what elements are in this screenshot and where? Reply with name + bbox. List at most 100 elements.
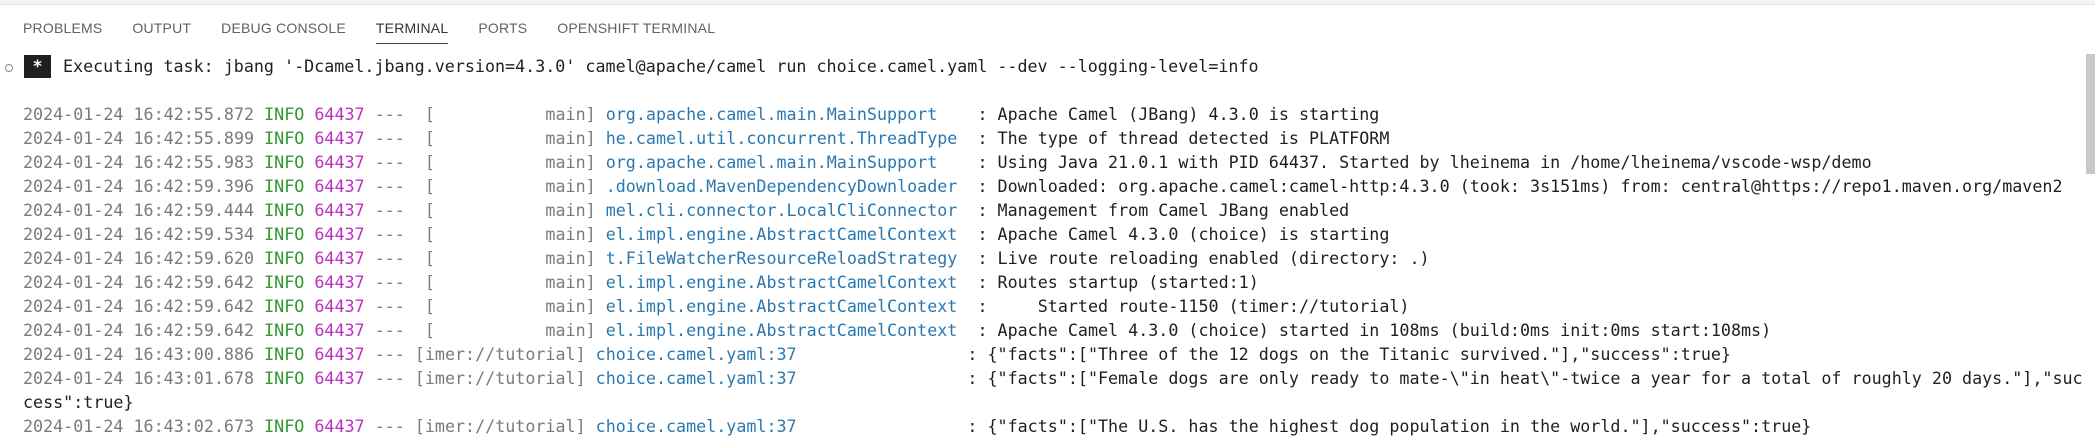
log-level: INFO — [264, 104, 305, 124]
log-class: choice.camel.yaml:37 — [595, 344, 958, 364]
log-pid: 64437 — [314, 320, 365, 340]
log-message: : Downloaded: org.apache.camel:camel-htt… — [977, 176, 2063, 196]
log-class: org.apache.camel.main.MainSupport — [605, 152, 968, 172]
tab-terminal[interactable]: TERMINAL — [375, 6, 449, 50]
log-line: 2024-01-24 16:43:00.886 INFO 64437 --- [… — [23, 342, 2073, 366]
log-pid: 64437 — [314, 104, 365, 124]
log-pid: 64437 — [314, 416, 365, 436]
log-class: t.FileWatcherResourceReloadStrategy — [605, 248, 968, 268]
log-line: 2024-01-24 16:42:59.620 INFO 64437 --- [… — [23, 246, 2073, 270]
log-class: el.impl.engine.AbstractCamelContext — [605, 224, 968, 244]
log-level: INFO — [264, 368, 305, 388]
log-thread: --- [imer://tutorial] — [374, 344, 586, 364]
log-line: 2024-01-24 16:42:59.642 INFO 64437 --- [… — [23, 294, 2073, 318]
log-timestamp: 2024-01-24 16:42:59.534 — [23, 224, 255, 244]
log-thread: --- [ main] — [374, 128, 596, 148]
log-pid: 64437 — [314, 152, 365, 172]
tab-debug-console[interactable]: DEBUG CONSOLE — [221, 6, 346, 50]
log-line: 2024-01-24 16:42:59.642 INFO 64437 --- [… — [23, 270, 2073, 294]
log-message: : Started route-1150 (timer://tutorial) — [977, 296, 1410, 316]
log-pid: 64437 — [314, 368, 365, 388]
log-level: INFO — [264, 224, 305, 244]
terminal-scrollbar[interactable] — [2086, 54, 2095, 174]
terminal-output[interactable]: * Executing task: jbang '-Dcamel.jbang.ve… — [0, 50, 2095, 442]
log-thread: --- [imer://tutorial] — [374, 416, 586, 436]
log-class: choice.camel.yaml:37 — [595, 368, 958, 388]
log-class: mel.cli.connector.LocalCliConnector — [605, 200, 968, 220]
log-level: INFO — [264, 200, 305, 220]
log-class: org.apache.camel.main.MainSupport — [605, 104, 968, 124]
log-line: 2024-01-24 16:42:55.899 INFO 64437 --- [… — [23, 126, 2073, 150]
log-level: INFO — [264, 248, 305, 268]
log-thread: --- [ main] — [374, 200, 596, 220]
log-timestamp: 2024-01-24 16:43:01.678 — [23, 368, 255, 388]
log-level: INFO — [264, 296, 305, 316]
log-thread: --- [imer://tutorial] — [374, 368, 586, 388]
log-thread: --- [ main] — [374, 320, 596, 340]
log-message: : Routes startup (started:1) — [977, 272, 1259, 292]
log-class: .download.MavenDependencyDownloader — [605, 176, 968, 196]
log-thread: --- [ main] — [374, 272, 596, 292]
task-line: * Executing task: jbang '-Dcamel.jbang.ve… — [0, 54, 1259, 78]
log-message: : Live route reloading enabled (director… — [977, 248, 1430, 268]
tab-ports[interactable]: PORTS — [478, 6, 527, 50]
log-level: INFO — [264, 416, 305, 436]
log-message: : {"facts":["Three of the 12 dogs on the… — [967, 344, 1731, 364]
log-timestamp: 2024-01-24 16:43:00.886 — [23, 344, 255, 364]
tab-problems[interactable]: PROBLEMS — [23, 6, 102, 50]
log-message: : {"facts":["The U.S. has the highest do… — [967, 416, 1812, 436]
tab-output[interactable]: OUTPUT — [132, 6, 191, 50]
log-thread: --- [ main] — [374, 248, 596, 268]
log-message: : Apache Camel 4.3.0 (choice) started in… — [977, 320, 1772, 340]
log-thread: --- [ main] — [374, 296, 596, 316]
log-level: INFO — [264, 344, 305, 364]
log-class: el.impl.engine.AbstractCamelContext — [605, 296, 968, 316]
command-decoration-icon[interactable] — [5, 64, 13, 72]
task-text: Executing task: jbang '-Dcamel.jbang.ver… — [63, 56, 1259, 76]
log-line: cess":true} — [23, 390, 2073, 414]
log-line: 2024-01-24 16:42:59.444 INFO 64437 --- [… — [23, 198, 2073, 222]
log-class: choice.camel.yaml:37 — [595, 416, 958, 436]
log-class: el.impl.engine.AbstractCamelContext — [605, 272, 968, 292]
log-line: 2024-01-24 16:42:59.534 INFO 64437 --- [… — [23, 222, 2073, 246]
log-pid: 64437 — [314, 344, 365, 364]
log-pid: 64437 — [314, 176, 365, 196]
log-timestamp: 2024-01-24 16:42:59.396 — [23, 176, 255, 196]
log-level: INFO — [264, 152, 305, 172]
log-line: 2024-01-24 16:43:02.673 INFO 64437 --- [… — [23, 414, 2073, 438]
log-message: : Using Java 21.0.1 with PID 64437. Star… — [977, 152, 1872, 172]
log-line: 2024-01-24 16:43:01.678 INFO 64437 --- [… — [23, 366, 2083, 390]
log-message: cess":true} — [23, 392, 134, 412]
log-line: 2024-01-24 16:42:55.872 INFO 64437 --- [… — [23, 102, 2073, 126]
log-timestamp: 2024-01-24 16:42:59.642 — [23, 320, 255, 340]
log-thread: --- [ main] — [374, 176, 596, 196]
log-message: : The type of thread detected is PLATFOR… — [977, 128, 1390, 148]
log-timestamp: 2024-01-24 16:42:59.444 — [23, 200, 255, 220]
log-line: 2024-01-24 16:42:59.642 INFO 64437 --- [… — [23, 318, 2073, 342]
log-line: 2024-01-24 16:42:59.396 INFO 64437 --- [… — [23, 174, 2073, 198]
log-class: he.camel.util.concurrent.ThreadType — [605, 128, 968, 148]
log-timestamp: 2024-01-24 16:42:59.620 — [23, 248, 255, 268]
log-level: INFO — [264, 320, 305, 340]
log-pid: 64437 — [314, 200, 365, 220]
panel-tab-bar: PROBLEMS OUTPUT DEBUG CONSOLE TERMINAL P… — [0, 6, 2095, 50]
log-pid: 64437 — [314, 128, 365, 148]
log-pid: 64437 — [314, 272, 365, 292]
log-pid: 64437 — [314, 296, 365, 316]
log-level: INFO — [264, 176, 305, 196]
log-thread: --- [ main] — [374, 104, 596, 124]
log-pid: 64437 — [314, 248, 365, 268]
log-message: : Management from Camel JBang enabled — [977, 200, 1350, 220]
log-line: 2024-01-24 16:42:55.983 INFO 64437 --- [… — [23, 150, 2073, 174]
log-pid: 64437 — [314, 224, 365, 244]
log-timestamp: 2024-01-24 16:42:59.642 — [23, 296, 255, 316]
tab-openshift-terminal[interactable]: OPENSHIFT TERMINAL — [557, 6, 715, 50]
log-lines: 2024-01-24 16:42:55.872 INFO 64437 --- [… — [23, 102, 2083, 438]
log-class: el.impl.engine.AbstractCamelContext — [605, 320, 968, 340]
log-thread: --- [ main] — [374, 152, 596, 172]
log-timestamp: 2024-01-24 16:43:02.673 — [23, 416, 255, 436]
log-timestamp: 2024-01-24 16:42:55.983 — [23, 152, 255, 172]
log-timestamp: 2024-01-24 16:42:55.872 — [23, 104, 255, 124]
panel-top-border — [0, 0, 2095, 5]
log-message: : Apache Camel 4.3.0 (choice) is startin… — [977, 224, 1390, 244]
